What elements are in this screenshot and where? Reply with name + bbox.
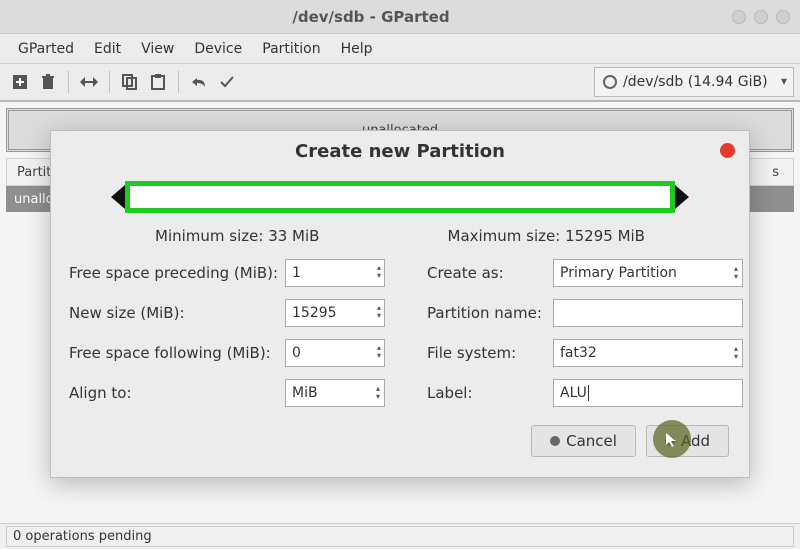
file-system-select[interactable]: fat32 <box>553 339 743 367</box>
free-following-value: 0 <box>292 345 301 361</box>
delete-partition-button[interactable] <box>34 68 62 96</box>
undo-button[interactable] <box>185 68 213 96</box>
slider-track[interactable] <box>125 181 675 213</box>
label-align-to: Align to: <box>69 384 279 402</box>
add-button[interactable]: Add <box>646 425 729 457</box>
label-value: ALU <box>560 385 587 401</box>
file-system-value: fat32 <box>560 345 597 361</box>
label-create-as: Create as: <box>427 264 547 282</box>
slider-handle-left[interactable] <box>111 185 125 209</box>
new-icon <box>12 74 28 90</box>
align-to-value: MiB <box>292 385 318 401</box>
apply-button[interactable] <box>213 68 241 96</box>
dialog-header: Create new Partition <box>51 131 749 171</box>
status-bar: 0 operations pending <box>0 523 800 549</box>
copy-button[interactable] <box>116 68 144 96</box>
toolbar-separator <box>109 71 110 93</box>
add-icon <box>665 436 675 446</box>
free-preceding-value: 1 <box>292 265 301 281</box>
partition-name-input[interactable] <box>553 299 743 327</box>
label-free-following: Free space following (MiB): <box>69 344 279 362</box>
max-size-label: Maximum size: 15295 MiB <box>448 227 645 245</box>
menu-partition[interactable]: Partition <box>252 41 330 57</box>
device-selector[interactable]: /dev/sdb (14.94 GiB) <box>594 67 794 97</box>
menu-gparted[interactable]: GParted <box>8 41 84 57</box>
label-new-size: New size (MiB): <box>69 304 279 322</box>
window-titlebar: /dev/sdb - GParted <box>0 0 800 34</box>
trash-icon <box>41 74 55 90</box>
new-size-value: 15295 <box>292 305 337 321</box>
window-maximize-button[interactable] <box>754 10 768 24</box>
toolbar-separator <box>68 71 69 93</box>
free-preceding-input[interactable]: 1 <box>285 259 385 287</box>
status-text: 0 operations pending <box>6 526 794 547</box>
paste-icon <box>151 74 165 90</box>
paste-button[interactable] <box>144 68 172 96</box>
disk-icon <box>603 75 617 89</box>
label-file-system: File system: <box>427 344 547 362</box>
window-minimize-button[interactable] <box>732 10 746 24</box>
slider-handle-right[interactable] <box>675 185 689 209</box>
label-free-preceding: Free space preceding (MiB): <box>69 264 279 282</box>
add-button-label: Add <box>681 432 710 450</box>
cancel-button[interactable]: Cancel <box>531 425 636 457</box>
menu-device[interactable]: Device <box>184 41 252 57</box>
check-icon <box>219 75 235 89</box>
label-input[interactable]: ALU <box>553 379 743 407</box>
dialog-title: Create new Partition <box>295 141 505 162</box>
create-as-select[interactable]: Primary Partition <box>553 259 743 287</box>
create-partition-dialog: Create new Partition Minimum size: 33 Mi… <box>50 130 750 478</box>
resize-move-button[interactable] <box>75 68 103 96</box>
window-close-button[interactable] <box>776 10 790 24</box>
cancel-icon <box>550 436 560 446</box>
new-partition-button[interactable] <box>6 68 34 96</box>
menubar: GParted Edit View Device Partition Help <box>0 34 800 64</box>
copy-icon <box>122 74 138 90</box>
partition-resize-slider[interactable] <box>111 177 689 217</box>
menu-view[interactable]: View <box>131 41 184 57</box>
size-limits: Minimum size: 33 MiB Maximum size: 15295… <box>51 227 749 245</box>
cancel-button-label: Cancel <box>566 432 617 450</box>
toolbar-separator <box>178 71 179 93</box>
create-as-value: Primary Partition <box>560 265 677 281</box>
dialog-close-button[interactable] <box>720 143 735 158</box>
align-to-select[interactable]: MiB <box>285 379 385 407</box>
undo-icon <box>191 76 207 88</box>
free-following-input[interactable]: 0 <box>285 339 385 367</box>
new-size-input[interactable]: 15295 <box>285 299 385 327</box>
label-partition-name: Partition name: <box>427 304 547 322</box>
min-size-label: Minimum size: 33 MiB <box>155 227 319 245</box>
menu-help[interactable]: Help <box>331 41 383 57</box>
col-flags-trailing[interactable]: s <box>762 165 793 180</box>
toolbar: /dev/sdb (14.94 GiB) <box>0 64 800 102</box>
label-label: Label: <box>427 384 547 402</box>
device-selector-label: /dev/sdb (14.94 GiB) <box>623 74 768 90</box>
menu-edit[interactable]: Edit <box>84 41 131 57</box>
window-title: /dev/sdb - GParted <box>10 8 732 26</box>
resize-icon <box>80 76 98 88</box>
